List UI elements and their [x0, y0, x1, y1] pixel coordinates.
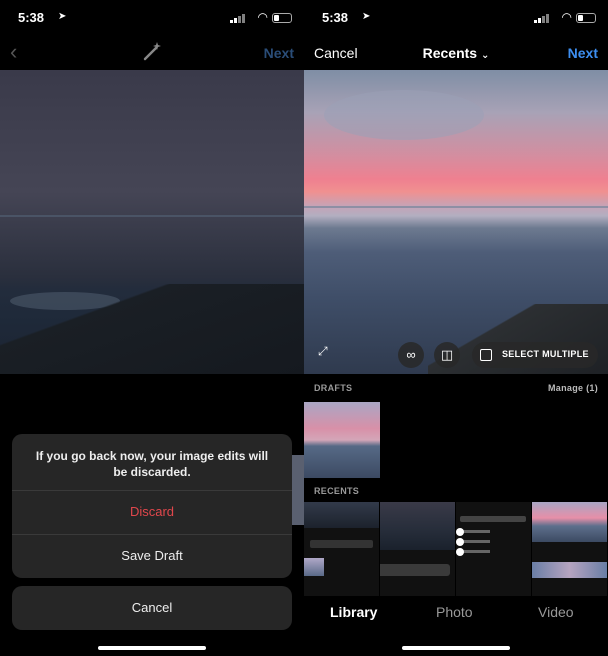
- tab-video[interactable]: Video: [538, 604, 574, 620]
- tab-photo[interactable]: Photo: [436, 604, 473, 620]
- wifi-icon: ◠: [257, 10, 268, 24]
- tab-library[interactable]: Library: [330, 604, 377, 620]
- expand-crop-icon[interactable]: ⤢: [318, 344, 338, 364]
- drafts-section-label: DRAFTS: [314, 383, 353, 393]
- next-button[interactable]: Next: [264, 45, 294, 61]
- horizon-line: [304, 206, 608, 208]
- status-time: 5:38: [322, 10, 349, 25]
- recents-section-label: RECENTS: [314, 486, 360, 496]
- battery-icon: [576, 13, 596, 23]
- rocks: [0, 284, 304, 374]
- back-chevron-icon[interactable]: ‹: [10, 39, 17, 65]
- select-multiple-label: SELECT MULTIPLE: [502, 349, 589, 359]
- horizon-line: [0, 215, 304, 217]
- cellular-signal-icon: [534, 13, 550, 23]
- media-type-tabs: Library Photo Video: [304, 596, 608, 632]
- filter-strip-edge: [292, 455, 304, 525]
- divider: [12, 490, 292, 491]
- wifi-icon: ◠: [561, 10, 572, 24]
- select-multiple-icon: [480, 349, 492, 361]
- magic-wand-icon[interactable]: [140, 40, 164, 64]
- discard-edits-action-sheet: If you go back now, your image edits wil…: [12, 434, 292, 578]
- recent-thumbnail[interactable]: [304, 502, 379, 596]
- divider: [12, 534, 292, 535]
- recents-grid: [304, 502, 608, 596]
- chevron-down-icon: ⌄: [480, 50, 490, 61]
- location-arrow-icon: ➤: [362, 11, 371, 22]
- cloud: [324, 90, 484, 140]
- action-sheet-message: If you go back now, your image edits wil…: [35, 449, 269, 479]
- boomerang-icon[interactable]: ∞: [398, 342, 424, 368]
- next-button[interactable]: Next: [568, 45, 598, 61]
- select-multiple-button[interactable]: SELECT MULTIPLE: [472, 342, 598, 368]
- recent-thumbnail[interactable]: [380, 502, 455, 596]
- home-indicator: [402, 646, 510, 650]
- battery-icon: [272, 13, 292, 23]
- album-selector[interactable]: Recents ⌄: [304, 45, 608, 61]
- layout-icon[interactable]: ◫: [434, 342, 460, 368]
- selected-photo-preview: [304, 70, 608, 374]
- manage-drafts-link[interactable]: Manage (1): [548, 383, 598, 393]
- edited-photo-preview: [0, 70, 304, 374]
- recent-thumbnail[interactable]: [532, 502, 607, 596]
- recent-thumbnail[interactable]: [456, 502, 531, 596]
- status-bar: 5:38 ➤ ◠: [304, 0, 608, 34]
- location-arrow-icon: ➤: [58, 11, 67, 22]
- gallery-screen: 5:38 ➤ ◠ Cancel Recents ⌄ Next ⤢ ∞ ◫ SEL…: [304, 0, 608, 656]
- save-draft-button[interactable]: Save Draft: [12, 548, 292, 563]
- album-title: Recents: [422, 45, 478, 61]
- edit-screen: 5:38 ➤ ◠ ‹ Next If you go back now, your…: [0, 0, 304, 656]
- discard-button[interactable]: Discard: [12, 504, 292, 519]
- cancel-button[interactable]: Cancel: [12, 586, 292, 630]
- cellular-signal-icon: [230, 13, 246, 23]
- draft-thumbnail[interactable]: [304, 402, 380, 478]
- home-indicator: [98, 646, 206, 650]
- status-time: 5:38: [18, 10, 45, 25]
- status-bar: 5:38 ➤ ◠: [0, 0, 304, 34]
